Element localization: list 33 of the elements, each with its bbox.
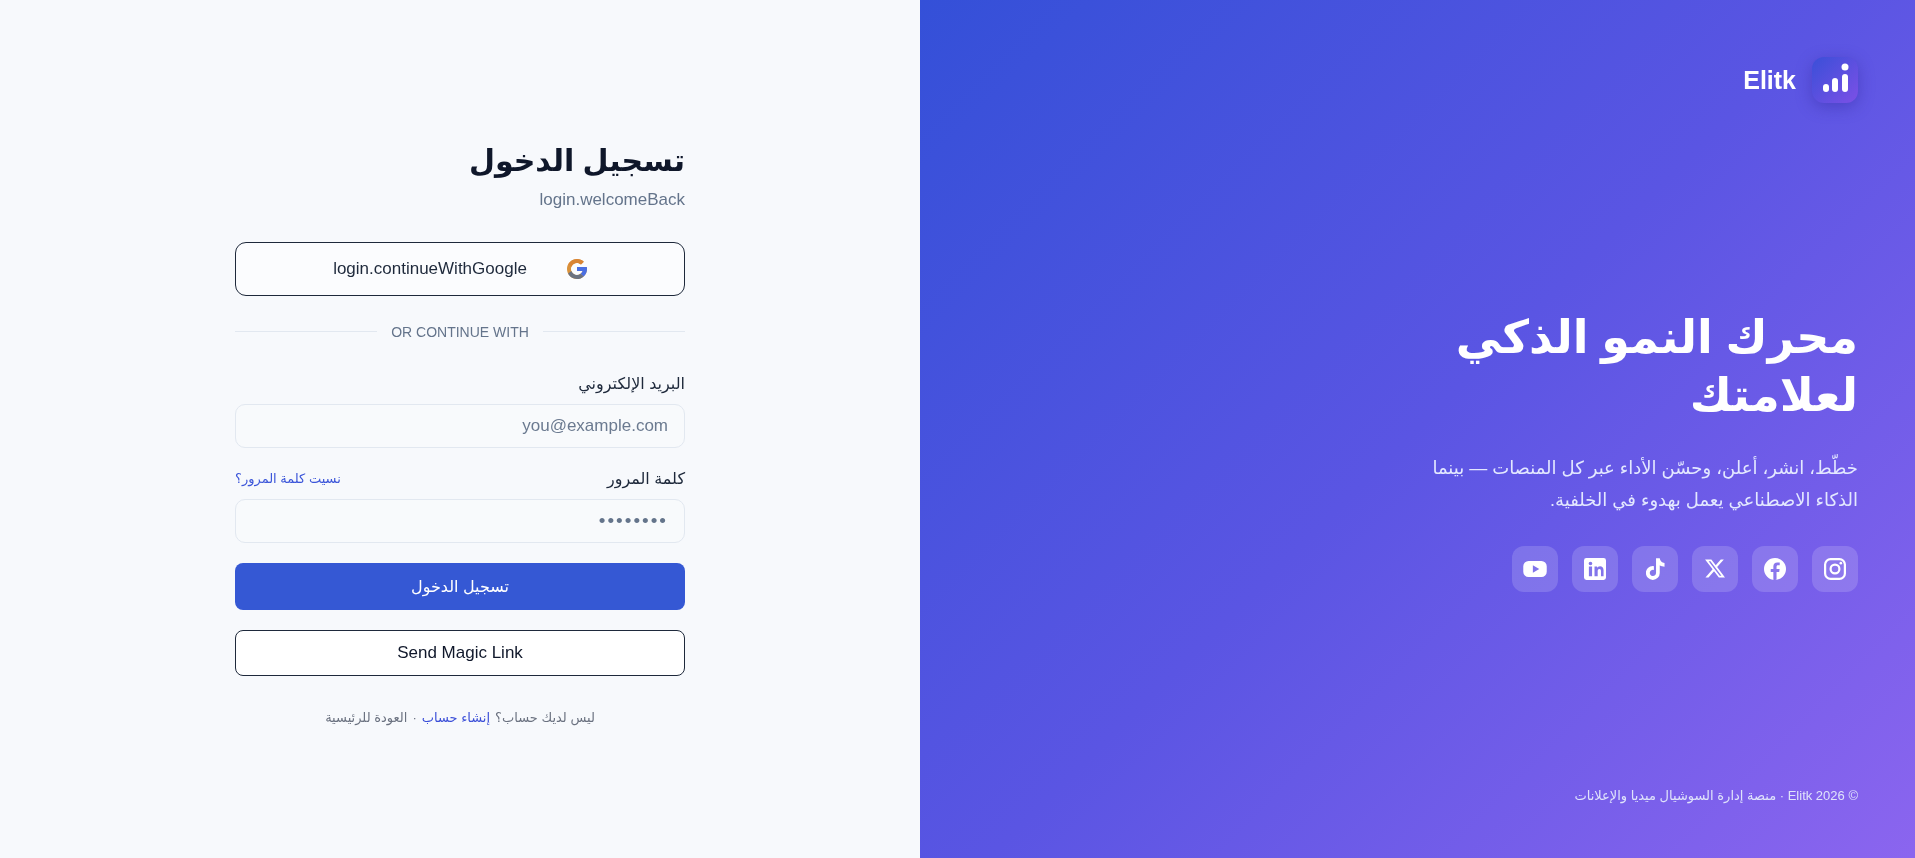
social-button[interactable] — [1572, 545, 1618, 592]
tiktok-icon — [1645, 557, 1665, 580]
youtube-icon — [1523, 560, 1547, 577]
copyright-text: © Elitk 2026 · منصة إدارة السوشيال ميديا والإعلانات — [1574, 787, 1858, 806]
google-button[interactable]: login.continueWithGoogle — [235, 241, 685, 296]
google-icon — [566, 258, 587, 279]
password-field[interactable]: •••••••• — [235, 498, 685, 543]
field-label: البريد الإلكتروني — [578, 373, 685, 395]
linkedin-icon — [1584, 557, 1606, 580]
headline: محرك النمو الذكي لعلامتك — [1455, 309, 1858, 423]
brand-name: Elitk — [1743, 65, 1796, 95]
divider-label: OR CONTINUE WITH — [391, 322, 529, 342]
field-label: كلمة المرور — [606, 468, 685, 490]
social-button[interactable] — [1692, 545, 1738, 592]
social-button[interactable] — [1632, 545, 1678, 592]
x-icon — [1705, 559, 1725, 578]
home-link[interactable]: العودة للرئيسية — [325, 707, 408, 728]
social-button[interactable] — [1812, 545, 1858, 592]
no-account-text: ليس لديك حساب؟ — [495, 708, 595, 728]
separator-dot: · — [412, 708, 417, 727]
signup-link[interactable]: إنشاء حساب — [421, 707, 491, 728]
social-button[interactable] — [1752, 545, 1798, 592]
subtitle: login.welcomeBack — [538, 188, 685, 211]
email-field[interactable]: you@example.com — [235, 403, 685, 448]
login-button[interactable]: تسجيل الدخول — [235, 562, 685, 610]
facebook-icon — [1764, 557, 1786, 580]
forgot-password-link[interactable]: نسيت كلمة المرور؟ — [235, 467, 341, 490]
magic-link-button[interactable]: Send Magic Link — [235, 629, 685, 676]
hero-description: خطّط، انشر، أعلن، وحسّن الأداء عبر كل المنصات — بينما الذكاء الاصطناعي يعمل بهدوء في الخلفية. — [1426, 451, 1858, 516]
social-button[interactable] — [1512, 545, 1558, 592]
page-title: تسجيل الدخول — [467, 142, 685, 179]
instagram-icon — [1824, 557, 1846, 580]
logo-icon — [1812, 57, 1858, 103]
